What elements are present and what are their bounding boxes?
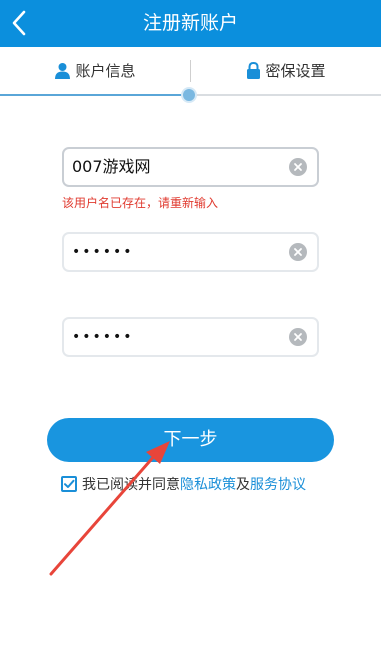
next-step-button[interactable]: 下一步	[47, 418, 334, 462]
clear-username-button[interactable]	[289, 158, 307, 176]
username-error: 该用户名已存在，请重新输入	[62, 196, 219, 210]
page-title: 注册新账户	[142, 12, 238, 34]
clear-password-button[interactable]	[289, 243, 307, 261]
close-icon	[294, 163, 302, 171]
username-value: 007游戏网	[72, 157, 151, 176]
register-screen: 注册新账户 账户信息 密保设置 007游戏网 该用户名已存在，请重新输入 •••…	[0, 0, 381, 653]
service-agreement-link[interactable]: 服务协议	[250, 474, 306, 494]
progress-marker	[183, 89, 195, 101]
step-account-info: 账户信息	[0, 47, 190, 93]
app-header: 注册新账户	[0, 0, 381, 47]
confirm-password-value: ••••••	[72, 329, 134, 345]
close-icon	[294, 333, 302, 341]
step-label: 账户信息	[75, 61, 136, 80]
password-value: ••••••	[72, 244, 134, 260]
privacy-policy-link[interactable]: 隐私政策	[180, 474, 236, 494]
step-tabs: 账户信息 密保设置	[0, 47, 381, 95]
confirm-password-field[interactable]: ••••••	[62, 317, 319, 357]
lock-icon	[247, 61, 261, 79]
username-field[interactable]: 007游戏网	[62, 147, 319, 187]
checkmark-icon	[64, 479, 75, 488]
step-security-settings: 密保设置	[191, 47, 381, 93]
agreement-row: 我已阅读并同意 隐私政策 及 服务协议	[61, 474, 306, 494]
close-icon	[294, 248, 302, 256]
progress-fill	[0, 94, 191, 96]
clear-confirm-password-button[interactable]	[289, 328, 307, 346]
agreement-and-text: 及	[236, 477, 250, 493]
password-field[interactable]: ••••••	[62, 232, 319, 272]
step-label: 密保设置	[265, 61, 326, 80]
agreement-text: 我已阅读并同意	[82, 477, 180, 493]
agreement-checkbox[interactable]	[61, 476, 77, 492]
user-icon	[55, 62, 71, 79]
